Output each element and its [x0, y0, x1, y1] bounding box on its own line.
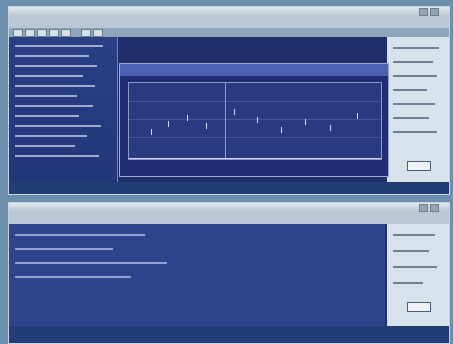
plot-marker	[151, 129, 152, 135]
top-window	[8, 6, 450, 195]
right-panel-label	[393, 47, 439, 49]
right-panel-label	[393, 234, 435, 236]
left-panel-text	[15, 85, 95, 87]
content-line	[15, 234, 145, 236]
minimize-icon[interactable]	[419, 204, 428, 212]
left-panel-text	[15, 65, 97, 67]
plot-marker	[281, 127, 282, 133]
plot-marker	[330, 125, 331, 131]
left-panel-text	[15, 105, 93, 107]
left-panel-text	[15, 95, 77, 97]
bottom-status-bar	[9, 326, 449, 343]
right-panel-label	[393, 89, 427, 91]
grid-line	[129, 137, 381, 138]
bottom-window	[8, 202, 450, 344]
left-panel-text	[15, 145, 75, 147]
x-axis	[129, 158, 381, 159]
content-line	[15, 248, 113, 250]
cursor-line	[225, 83, 226, 159]
left-panel-text	[15, 155, 99, 157]
left-panel	[9, 37, 118, 182]
plot-marker	[187, 115, 188, 121]
toolbar-button[interactable]	[13, 29, 23, 37]
left-panel-text	[15, 115, 79, 117]
plot-marker	[357, 113, 358, 119]
bottom-window-titlebar	[9, 203, 449, 222]
content-line	[15, 262, 167, 264]
grid-line	[129, 119, 381, 120]
right-panel-button[interactable]	[407, 161, 431, 171]
right-panel-label	[393, 75, 437, 77]
plot-area	[128, 82, 382, 160]
right-panel-label	[393, 103, 435, 105]
left-panel-text	[15, 125, 101, 127]
maximize-icon[interactable]	[430, 204, 439, 212]
chart-header	[120, 64, 388, 76]
plot-marker	[234, 109, 235, 115]
plot-marker	[305, 119, 306, 125]
right-panel-label	[393, 117, 429, 119]
right-panel-label	[393, 282, 423, 284]
content-line	[15, 276, 131, 278]
top-status-bar	[9, 182, 449, 194]
toolbar-button[interactable]	[61, 29, 71, 37]
timeline-chart	[119, 63, 389, 177]
top-window-controls	[417, 8, 445, 26]
bottom-menubar	[9, 213, 449, 224]
plot-marker	[257, 117, 258, 123]
right-panel	[387, 37, 449, 182]
right-panel-label	[393, 250, 429, 252]
bottom-right-panel	[387, 224, 449, 326]
grid-line	[129, 101, 381, 102]
top-window-titlebar	[9, 7, 449, 26]
toolbar-button[interactable]	[93, 29, 103, 37]
minimize-icon[interactable]	[419, 8, 428, 16]
top-toolbar	[9, 28, 449, 37]
right-panel-label	[393, 61, 433, 63]
bottom-content	[9, 224, 385, 326]
toolbar-button[interactable]	[25, 29, 35, 37]
left-panel-text	[15, 55, 89, 57]
plot-marker	[206, 123, 207, 129]
right-panel-label	[393, 266, 437, 268]
toolbar-button[interactable]	[81, 29, 91, 37]
left-panel-text	[15, 135, 87, 137]
toolbar-button[interactable]	[37, 29, 47, 37]
left-panel-text	[15, 45, 103, 47]
bottom-window-controls	[417, 204, 445, 222]
top-menubar	[9, 17, 449, 28]
left-panel-text	[15, 75, 83, 77]
right-panel-label	[393, 131, 437, 133]
plot-marker	[168, 121, 169, 127]
maximize-icon[interactable]	[430, 8, 439, 16]
right-panel-button[interactable]	[407, 302, 431, 312]
toolbar-button[interactable]	[49, 29, 59, 37]
